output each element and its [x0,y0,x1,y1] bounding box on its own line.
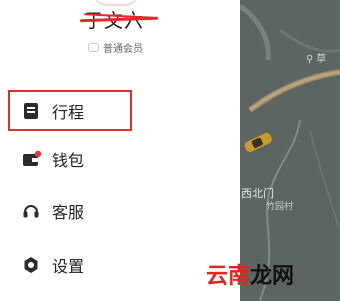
menu-item-service[interactable]: 客服 [22,196,84,226]
watermark-part1: 云南 [206,263,251,289]
menu-item-wallet[interactable]: 钱包 [22,144,84,174]
user-name: 于文六 [79,4,159,32]
menu-item-settings[interactable]: 设置 [22,250,84,280]
selection-highlight [8,90,132,131]
side-drawer: 于文六 普通会员 行程 钱包 客服 设置 [0,0,240,301]
wallet-icon [22,150,42,168]
member-level: 普通会员 [103,44,143,55]
map-poi-icon-label: ⚲ 草 [306,50,326,65]
watermark-logo: 云南 龙网 [206,258,294,290]
map-view[interactable]: ⚲ 草 西北门 竹园村 [240,0,340,301]
member-badge[interactable]: 普通会员 [88,40,143,55]
menu-label-wallet: 钱包 [52,153,85,170]
menu-label-settings: 设置 [52,259,85,276]
map-place-sublabel: 竹园村 [266,201,294,211]
watermark-part2: 龙网 [250,263,295,289]
member-icon [88,43,99,52]
location-pin-icon: ⚲ [306,54,314,65]
headset-icon [22,202,40,220]
map-poi-text: 草 [316,54,327,65]
gear-icon [22,256,40,274]
car-icon [242,132,274,157]
menu-label-service: 客服 [52,205,85,222]
